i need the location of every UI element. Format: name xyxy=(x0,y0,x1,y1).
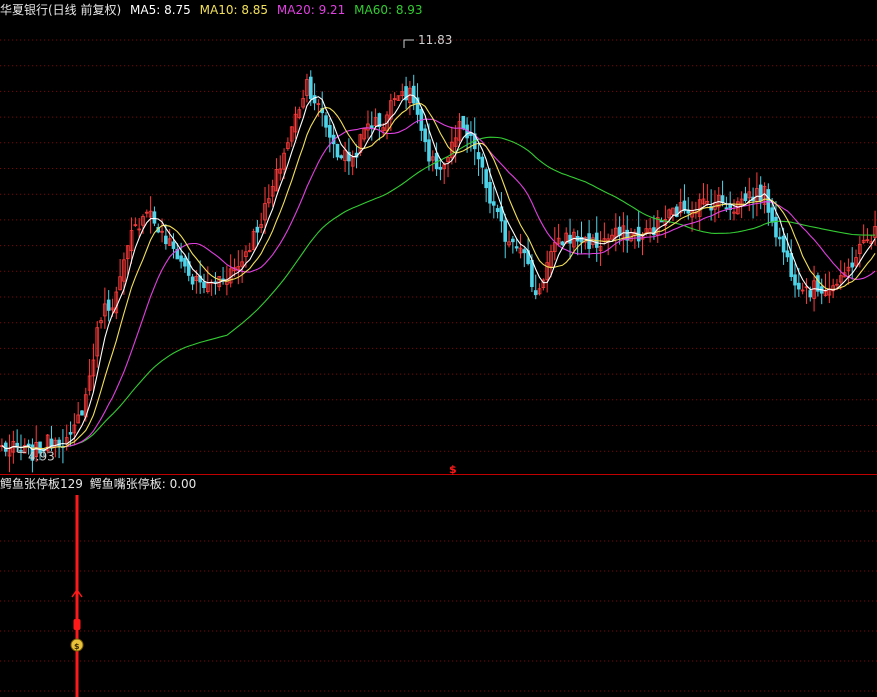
up-arrow-icon xyxy=(71,588,83,601)
candle-body xyxy=(308,76,313,100)
indicator-name: 鳄鱼张停板129 xyxy=(0,477,83,491)
candle-body xyxy=(793,274,797,286)
candle-body xyxy=(26,443,31,446)
candle-body xyxy=(68,432,73,435)
divider-dollar-marker: $ xyxy=(449,463,457,476)
candle-body xyxy=(850,262,855,268)
candle-body xyxy=(522,249,527,254)
ma10-label: MA10: 8.85 xyxy=(199,3,269,17)
candle-body xyxy=(495,208,500,213)
ma5-line xyxy=(1,94,876,451)
candle-body xyxy=(438,166,443,170)
candle-body xyxy=(785,250,790,258)
ma20-label: MA20: 9.21 xyxy=(276,3,346,17)
candle-body xyxy=(533,290,538,296)
candle-body xyxy=(724,207,729,210)
candle-body xyxy=(202,281,206,289)
candle-body xyxy=(774,216,778,238)
candle-body xyxy=(19,449,23,452)
candle-body xyxy=(488,181,492,204)
candle-body xyxy=(339,155,344,159)
candle-body xyxy=(758,184,763,202)
candle-body xyxy=(514,246,519,249)
main-chart-legend: 华夏银行(日线 前复权) MA5: 8.75 MA10: 8.85 MA20: … xyxy=(0,3,428,17)
low-price-label: 4.93 xyxy=(28,449,55,463)
candle-body xyxy=(423,128,427,143)
ma5-label: MA5: 8.75 xyxy=(130,3,191,17)
candle-body xyxy=(797,282,801,290)
candle-body xyxy=(503,220,508,242)
candle-body xyxy=(328,124,332,138)
candle-body xyxy=(743,193,748,201)
candle-body xyxy=(312,95,317,104)
candle-body xyxy=(770,207,774,223)
candle-body xyxy=(530,259,534,288)
candle-body xyxy=(427,139,431,162)
candle-body xyxy=(659,220,664,223)
candle-body xyxy=(171,241,176,249)
candle-body xyxy=(560,241,565,246)
candle-body xyxy=(190,276,195,285)
candle-body xyxy=(80,410,84,416)
ma60-line xyxy=(1,136,876,450)
candle-body xyxy=(179,255,183,262)
candle-body xyxy=(511,238,515,243)
signal-block xyxy=(73,619,81,630)
candle-body xyxy=(476,152,481,160)
candle-body xyxy=(766,189,771,213)
kline-chart[interactable]: 11.83 4.93 $ $ xyxy=(0,0,877,697)
candle-body xyxy=(461,115,466,130)
candle-body xyxy=(335,143,340,158)
candle-body xyxy=(106,299,111,311)
candle-body xyxy=(164,235,168,245)
candle-body xyxy=(789,252,794,278)
candle-body xyxy=(324,115,328,128)
candle-body xyxy=(491,201,496,206)
high-price-label: 11.83 xyxy=(418,33,452,47)
candle-body xyxy=(781,235,786,253)
candle-body xyxy=(480,156,485,168)
candle-body xyxy=(777,236,782,240)
candle-body xyxy=(411,85,416,104)
candle-body xyxy=(221,278,225,281)
ma60-label: MA60: 8.93 xyxy=(354,3,423,17)
candle-body xyxy=(183,257,187,267)
indicator-legend: 鳄鱼张停板129 鳄鱼嘴张停板: 0.00 xyxy=(0,477,201,491)
candle-body xyxy=(152,211,157,224)
candle-body xyxy=(484,169,488,189)
indicator-value: 鳄鱼嘴张停板: 0.00 xyxy=(89,477,197,491)
high-marker xyxy=(403,39,414,49)
stock-title: 华夏银行(日线 前复权) xyxy=(0,3,122,17)
money-bag-symbol: $ xyxy=(74,642,80,651)
candle-body xyxy=(808,290,813,298)
candle-body xyxy=(255,226,260,233)
